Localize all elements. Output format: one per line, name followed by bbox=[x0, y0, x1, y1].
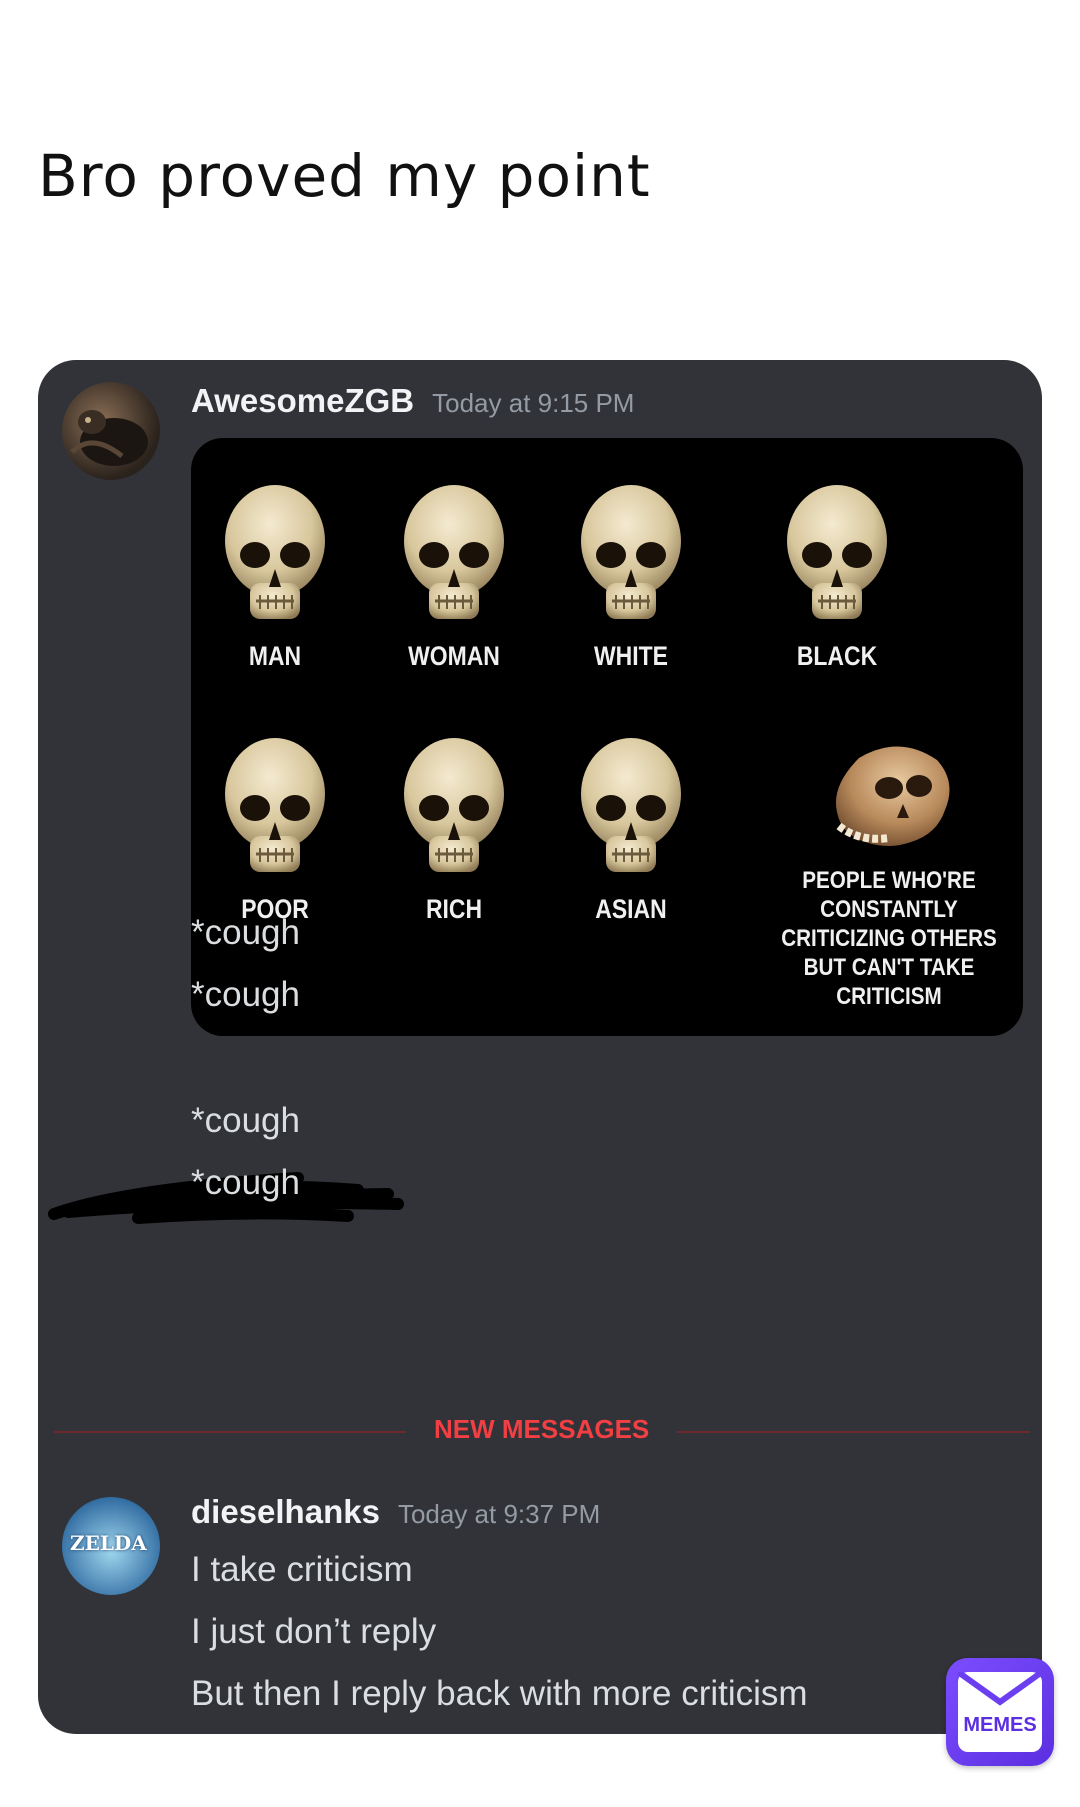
divider-line bbox=[677, 1431, 1030, 1433]
message-line: *cough bbox=[191, 1163, 300, 1202]
envelope-flap-icon bbox=[958, 1672, 1042, 1706]
message-line: I just don’t reply bbox=[191, 1612, 437, 1651]
avatar[interactable]: ZELDA bbox=[62, 1497, 160, 1595]
divider-line bbox=[54, 1431, 406, 1433]
avatar[interactable] bbox=[62, 382, 160, 480]
meme-cell: WOMAN bbox=[354, 483, 554, 672]
new-messages-divider: NEW MESSAGES bbox=[54, 1414, 1030, 1444]
message-line: I take criticism bbox=[191, 1550, 413, 1589]
meme-cell: RICH bbox=[354, 736, 554, 925]
meme-label: RICH bbox=[425, 894, 483, 924]
meme-label: WOMAN bbox=[408, 641, 500, 671]
skull-icon bbox=[581, 485, 681, 619]
post-caption: Bro proved my point bbox=[38, 142, 651, 210]
meme-label: BLACK bbox=[796, 641, 878, 671]
ape-skull-icon bbox=[835, 746, 950, 846]
message-line: *cough bbox=[191, 1101, 300, 1140]
meme-cell: PEOPLE WHO'RE CONSTANTLY CRITICIZING OTH… bbox=[759, 738, 1019, 1011]
timestamp: Today at 9:37 PM bbox=[397, 1499, 601, 1529]
meme-label: WHITE bbox=[594, 641, 668, 671]
chat-screenshot: AwesomeZGB Today at 9:15 PM MAN WOMAN WH… bbox=[38, 360, 1042, 1734]
message-line: *cough bbox=[191, 975, 300, 1014]
meme-label: ASIAN bbox=[595, 894, 667, 924]
skull-icon bbox=[787, 485, 887, 619]
meme-label: MAN bbox=[248, 641, 302, 671]
timestamp: Today at 9:15 PM bbox=[432, 388, 635, 418]
memes-badge-label: MEMES bbox=[963, 1714, 1037, 1736]
meme-cell: MAN bbox=[191, 483, 375, 672]
message-line: But then I reply back with more criticis… bbox=[191, 1674, 808, 1713]
meme-cell: WHITE bbox=[531, 483, 731, 672]
cat-photo-icon bbox=[70, 410, 148, 466]
avatar-text: ZELDA bbox=[70, 1531, 147, 1555]
meme-cell: ASIAN bbox=[531, 736, 731, 925]
username[interactable]: dieselhanks bbox=[191, 1493, 380, 1531]
skull-icon bbox=[404, 738, 504, 872]
meme-cell: BLACK bbox=[737, 483, 937, 672]
meme-label: PEOPLE WHO'RE CONSTANTLY CRITICIZING OTH… bbox=[781, 867, 997, 1010]
new-messages-label: NEW MESSAGES bbox=[434, 1414, 650, 1444]
memes-app-badge[interactable]: MEMES bbox=[946, 1658, 1054, 1766]
message-line: *cough bbox=[191, 913, 300, 952]
username[interactable]: AwesomeZGB bbox=[191, 382, 414, 420]
skull-icon bbox=[225, 485, 325, 619]
skull-icon bbox=[225, 738, 325, 872]
meme-cell: POOR bbox=[191, 736, 375, 925]
skull-icon bbox=[581, 738, 681, 872]
skull-icon bbox=[404, 485, 504, 619]
meme-image[interactable]: MAN WOMAN WHITE BLACK POOR RICH ASIAN PE… bbox=[191, 438, 1023, 1036]
